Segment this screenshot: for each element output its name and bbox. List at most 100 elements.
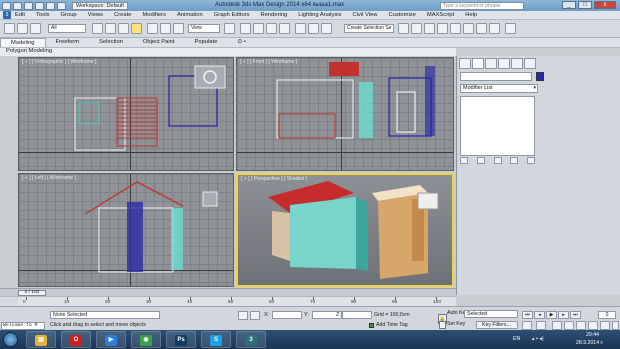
zoom-all-icon[interactable]	[564, 321, 574, 330]
configure-sets-icon[interactable]	[527, 157, 535, 164]
polygon-modeling-label[interactable]: Polygon Modeling	[6, 48, 52, 54]
previous-frame-icon[interactable]: ◂	[534, 311, 545, 319]
maximize-viewport-icon[interactable]	[612, 321, 619, 330]
rotate-icon[interactable]	[160, 23, 171, 34]
percent-snap-icon[interactable]	[266, 23, 277, 34]
go-to-start-icon[interactable]: ⏮	[522, 311, 533, 319]
align-icon[interactable]	[321, 23, 332, 34]
new-file-icon[interactable]	[13, 1, 22, 10]
tab-modeling[interactable]: Modeling	[0, 38, 46, 47]
time-slider[interactable]: 0 / 100	[0, 288, 456, 296]
workspace-selector[interactable]: Workspace: Default	[72, 1, 128, 10]
minimize-button[interactable]: _	[562, 1, 576, 9]
menu-item-group[interactable]: Group	[61, 12, 77, 18]
material-editor-icon[interactable]	[450, 23, 461, 34]
taskbar-app-opera[interactable]: O	[61, 331, 91, 348]
menu-item-views[interactable]: Views	[88, 12, 103, 18]
make-unique-icon[interactable]	[493, 157, 502, 164]
zoom-extents-icon[interactable]	[576, 321, 586, 330]
curve-editor-icon[interactable]	[424, 23, 435, 34]
modifier-list-dropdown[interactable]: Modifier List ▾	[460, 84, 538, 93]
app-menu-icon[interactable]	[2, 1, 11, 10]
taskbar-app-media-player[interactable]: ▶	[96, 331, 126, 348]
save-file-icon[interactable]	[35, 1, 44, 10]
maxscript-listener[interactable]: Welcome to M	[1, 322, 45, 330]
view-cube-icon[interactable]	[202, 191, 218, 207]
selection-region-icon[interactable]	[118, 23, 129, 34]
clock-time[interactable]: 20:44	[586, 332, 599, 338]
schematic-view-icon[interactable]	[437, 23, 448, 34]
edit-named-selection-icon[interactable]	[295, 23, 306, 34]
view-cube-icon[interactable]	[194, 65, 226, 89]
mini-curve-editor-toggle[interactable]	[0, 296, 18, 306]
modify-tab-icon[interactable]	[472, 58, 484, 69]
taskbar-app-3ds-max[interactable]: 3	[236, 331, 266, 348]
help-search-input[interactable]: Type a keyword or phrase	[440, 2, 524, 10]
pin-stack-icon[interactable]	[460, 157, 468, 164]
select-by-name-icon[interactable]	[105, 23, 116, 34]
taskbar-app-file-explorer[interactable]: ▤	[26, 331, 56, 348]
selection-lock-icon[interactable]	[250, 311, 260, 320]
menu-item-create[interactable]: Create	[114, 12, 131, 18]
tab-freeform[interactable]: Freeform	[46, 38, 90, 47]
render-setup-icon[interactable]	[463, 23, 474, 34]
move-icon[interactable]	[147, 23, 158, 34]
pan-icon[interactable]	[588, 321, 598, 330]
mirror-icon[interactable]	[308, 23, 319, 34]
undo-toolbar-icon[interactable]	[4, 23, 15, 34]
app-logo-icon[interactable]: 3	[3, 11, 11, 19]
layer-manager-icon[interactable]	[398, 23, 409, 34]
pivot-icon[interactable]	[224, 23, 235, 34]
menu-item-maxscript[interactable]: MAXScript	[427, 12, 454, 18]
clock-date[interactable]: 28.9.2014 г.	[576, 340, 603, 346]
tab-populate[interactable]: Populate	[184, 38, 227, 47]
create-panel-icon[interactable]	[505, 23, 516, 34]
menu-item-graph-editors[interactable]: Graph Editors	[214, 12, 250, 18]
create-tab-icon[interactable]	[459, 58, 471, 69]
play-icon[interactable]: ▶	[546, 311, 557, 319]
window-crossing-icon[interactable]	[131, 23, 142, 34]
scale-icon[interactable]	[173, 23, 184, 34]
selection-filter-dropdown[interactable]: All	[48, 24, 86, 33]
reference-coordinate-dropdown[interactable]: View	[188, 24, 220, 33]
display-tab-icon[interactable]	[511, 58, 523, 69]
modifier-stack[interactable]	[460, 96, 535, 156]
menu-item-animation[interactable]: Animation	[177, 12, 203, 18]
hierarchy-tab-icon[interactable]	[485, 58, 497, 69]
menu-item-civil-view[interactable]: Civil View	[352, 12, 377, 18]
object-name-input[interactable]	[460, 72, 532, 81]
view-cube-icon[interactable]	[417, 192, 439, 210]
z-coordinate-input[interactable]	[342, 311, 372, 319]
menu-item-rendering[interactable]: Rendering	[261, 12, 288, 18]
redo-icon[interactable]	[57, 1, 66, 10]
taskbar-app-skype[interactable]: S	[201, 331, 231, 348]
add-time-tag-button[interactable]: Add Time Tag	[376, 322, 408, 328]
object-color-swatch[interactable]	[536, 72, 544, 81]
menu-item-lighting-analysis[interactable]: Lighting Analysis	[298, 12, 341, 18]
utilities-tab-icon[interactable]	[524, 58, 536, 69]
language-indicator[interactable]: EN	[513, 336, 520, 342]
viewport-left[interactable]: [ + ] [ Left ] [ Wireframe ]	[18, 173, 234, 287]
key-mode-dropdown[interactable]: Selected	[464, 310, 518, 318]
ribbon-options-icon[interactable]: ⊙ •	[227, 38, 256, 47]
start-button[interactable]	[3, 332, 18, 347]
motion-tab-icon[interactable]	[498, 58, 510, 69]
set-key-button[interactable]: Set Key	[447, 321, 465, 329]
menu-item-edit[interactable]: Edit	[15, 12, 25, 18]
tab-selection[interactable]: Selection	[89, 38, 133, 47]
set-key-icon[interactable]	[439, 321, 446, 329]
taskbar-app-photoshop[interactable]: Ps	[166, 331, 196, 348]
tab-object-paint[interactable]: Object Paint	[133, 38, 185, 47]
time-tag-icon[interactable]	[369, 323, 374, 328]
redo-toolbar-icon[interactable]	[17, 23, 28, 34]
undo-icon[interactable]	[46, 1, 55, 10]
isolate-icon[interactable]	[238, 311, 248, 320]
select-object-icon[interactable]	[92, 23, 103, 34]
time-config-icon[interactable]	[536, 321, 546, 330]
graphite-toggle-icon[interactable]	[411, 23, 422, 34]
link-icon[interactable]	[30, 23, 41, 34]
snap-toggle-icon[interactable]	[240, 23, 251, 34]
track-bar[interactable]: 0 10 20 30 40 50 60 70 80 90 100	[18, 296, 456, 306]
orbit-icon[interactable]	[600, 321, 610, 330]
close-button[interactable]: x	[594, 1, 616, 9]
